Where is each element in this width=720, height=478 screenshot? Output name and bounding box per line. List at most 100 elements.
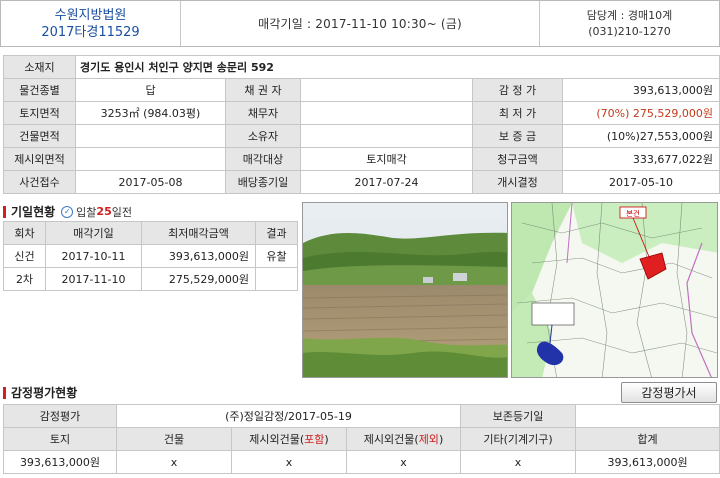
appraiser-label: 감정평가 <box>3 404 117 428</box>
header-close: ) <box>438 433 444 446</box>
check-circle-icon: ✓ <box>61 205 74 218</box>
round-cell: 신건 <box>3 244 46 268</box>
address-label: 소재지 <box>3 55 76 79</box>
dividend-deadline-label: 배당종기일 <box>225 170 301 194</box>
owner-label: 소유자 <box>225 124 301 148</box>
building-area-value <box>75 124 226 148</box>
col-header-excluded-included: 제시외건물(포함) <box>231 427 347 451</box>
phone: (031)210-1270 <box>588 24 671 38</box>
cadastral-map-image: 본건 <box>512 203 717 377</box>
land-area-label: 토지면적 <box>3 101 76 125</box>
property-type-label: 물건종별 <box>3 78 76 102</box>
claim-value: 333,677,022원 <box>561 147 720 171</box>
section-marker <box>3 205 6 218</box>
debtor-value <box>300 101 473 125</box>
appraisal-table: 감정평가 (주)정일감정/2017-05-19 보존등기일 토지 건물 제시외건… <box>3 404 720 474</box>
table-row: 2차 2017-11-10 275,529,000원 <box>3 267 298 291</box>
table-row: 물건종별 답 채 권 자 감 정 가 393,613,000원 <box>3 78 720 102</box>
table-row: 소재지 경기도 용인시 처인구 양지면 송문리 592 <box>3 55 720 79</box>
header-prefix: 제시외건물( <box>363 433 419 446</box>
table-header-row: 회차 매각기일 최저매각금액 결과 <box>3 221 298 245</box>
col-header: 회차 <box>3 221 46 245</box>
property-info-table: 소재지 경기도 용인시 처인구 양지면 송문리 592 물건종별 답 채 권 자… <box>3 55 720 194</box>
appraisal-title: 감정평가현황 <box>11 386 78 400</box>
history-section-title: 기일현황 ✓ 입찰 25 일전 <box>3 203 132 220</box>
date-cell: 2017-11-10 <box>45 267 142 291</box>
field-photo-image <box>303 203 507 377</box>
table-row: 신건 2017-10-11 393,613,000원 유찰 <box>3 244 298 268</box>
date-cell: 2017-10-11 <box>45 244 142 268</box>
deposit-value: (10%)27,553,000원 <box>561 124 720 148</box>
table-row: 건물면적 소유자 보 증 금 (10%)27,553,000원 <box>3 124 720 148</box>
registration-date-label: 보존등기일 <box>460 404 577 428</box>
court-name: 수원지방법원 <box>54 7 127 23</box>
case-received-label: 사건접수 <box>3 170 76 194</box>
case-received-value: 2017-05-08 <box>75 170 226 194</box>
dividend-deadline-value: 2017-07-24 <box>300 170 473 194</box>
col-header-other: 기타(기계기구) <box>460 427 577 451</box>
start-decision-value: 2017-05-10 <box>561 170 720 194</box>
building-value: x <box>116 450 232 474</box>
table-row: 토지면적 3253㎡ (984.03평) 채무자 최 저 가 (70%) 275… <box>3 101 720 125</box>
table-row: 393,613,000원 x x x x 393,613,000원 <box>3 450 720 474</box>
contact-block: 담당계 : 경매10계 (031)210-1270 <box>539 1 719 46</box>
col-header: 최저매각금액 <box>141 221 256 245</box>
round-cell: 2차 <box>3 267 46 291</box>
excluded-included-value: x <box>231 450 347 474</box>
auction-history-table: 회차 매각기일 최저매각금액 결과 신건 2017-10-11 393,613,… <box>3 221 298 291</box>
other-value: x <box>460 450 577 474</box>
bid-days: 25 <box>96 205 112 218</box>
court-block: 수원지방법원 2017타경11529 <box>1 1 181 46</box>
table-row: 사건접수 2017-05-08 배당종기일 2017-07-24 개시결정 20… <box>3 170 720 194</box>
land-value: 393,613,000원 <box>3 450 117 474</box>
appraisal-value: 393,613,000원 <box>561 78 720 102</box>
appraisal-label: 감 정 가 <box>472 78 563 102</box>
excluded-area-label: 제시외면적 <box>3 147 76 171</box>
section-marker <box>3 386 6 399</box>
property-photo[interactable] <box>302 202 508 378</box>
address-value: 경기도 용인시 처인구 양지면 송문리 592 <box>74 55 720 79</box>
appraiser-value: (주)정일감정/2017-05-19 <box>115 404 462 428</box>
claim-label: 청구금액 <box>472 147 563 171</box>
table-row: 감정평가 (주)정일감정/2017-05-19 보존등기일 <box>3 404 720 428</box>
history-title: 기일현황 <box>11 205 56 219</box>
price-cell: 393,613,000원 <box>141 244 256 268</box>
table-row: 제시외면적 매각대상 토지매각 청구금액 333,677,022원 <box>3 147 720 171</box>
excluded-mark: 제외 <box>418 433 439 446</box>
bid-suffix: 일전 <box>111 205 132 219</box>
appraisal-report-button[interactable]: 감정평가서 <box>621 382 717 403</box>
excluded-excluded-value: x <box>345 450 462 474</box>
land-area-value: 3253㎡ (984.03평) <box>75 101 226 125</box>
registration-date-value <box>575 404 720 428</box>
result-cell <box>255 267 298 291</box>
deposit-label: 보 증 금 <box>472 124 563 148</box>
start-decision-label: 개시결정 <box>472 170 563 194</box>
col-header: 결과 <box>255 221 298 245</box>
table-header-row: 토지 건물 제시외건물(포함) 제시외건물(제외) 기타(기계기구) 합계 <box>3 427 720 451</box>
case-number: 2017타경11529 <box>41 24 140 40</box>
min-price-label: 최 저 가 <box>472 101 563 125</box>
total-value: 393,613,000원 <box>575 450 720 474</box>
property-type-value: 답 <box>75 78 226 102</box>
location-map[interactable]: 본건 <box>511 202 718 378</box>
parcel-marker-label: 본건 <box>626 208 640 218</box>
col-header-building: 건물 <box>116 427 232 451</box>
result-cell: 유찰 <box>255 244 298 268</box>
included-mark: 포함 <box>304 433 325 446</box>
col-header-total: 합계 <box>575 427 720 451</box>
creditor-value <box>300 78 473 102</box>
sale-target-label: 매각대상 <box>225 147 301 171</box>
appraisal-section-title: 감정평가현황 <box>3 384 77 401</box>
debtor-label: 채무자 <box>225 101 301 125</box>
header-close: ) <box>324 433 329 446</box>
bid-prefix: 입찰 <box>76 205 97 219</box>
col-header-excluded-excluded: 제시외건물(제외) <box>345 427 462 451</box>
price-cell: 275,529,000원 <box>141 267 256 291</box>
creditor-label: 채 권 자 <box>225 78 301 102</box>
excluded-area-value <box>75 147 226 171</box>
owner-value <box>300 124 473 148</box>
bid-countdown: ✓ 입찰 25 일전 <box>61 204 132 220</box>
department: 담당계 : 경매10계 <box>586 8 673 22</box>
building-area-label: 건물면적 <box>3 124 76 148</box>
case-header: 수원지방법원 2017타경11529 매각기일 : 2017-11-10 10:… <box>0 0 720 47</box>
